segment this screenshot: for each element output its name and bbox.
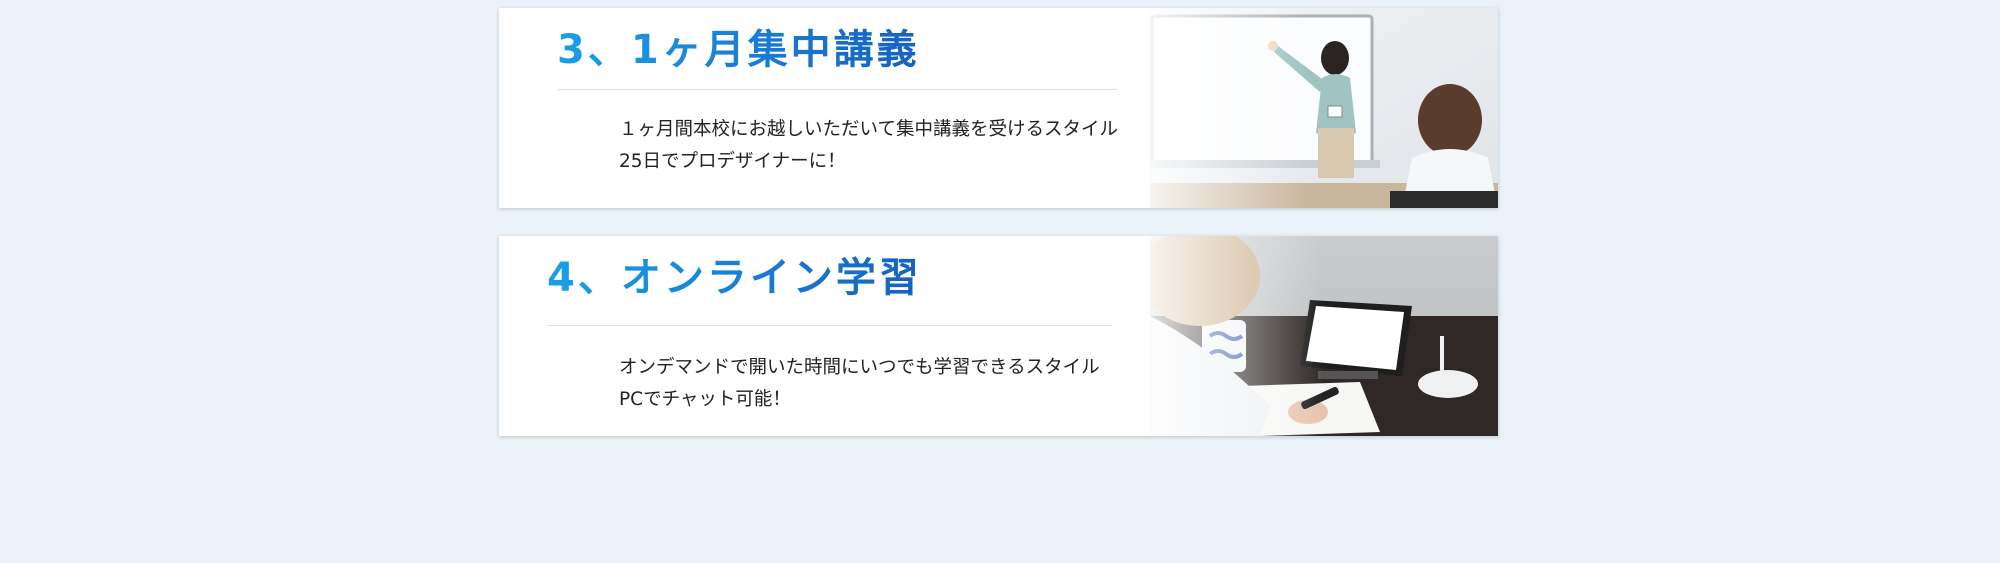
section-title: 4、オンライン学習 <box>547 255 922 301</box>
classroom-photo <box>1150 8 1498 208</box>
online-study-photo <box>1150 236 1498 436</box>
section-description: １ヶ月間本校にお越しいただいて集中講義を受けるスタイル 25日でプロデザイナーに… <box>619 114 1139 178</box>
course-card-online: 4、オンライン学習 オンデマンドで開いた時間にいつでも学習できるスタイル PCで… <box>499 236 1498 436</box>
title-divider <box>557 89 1117 90</box>
section-title: 3、1ヶ月集中講義 <box>557 27 920 73</box>
description-line: 25日でプロデザイナーに！ <box>619 151 846 172</box>
description-line: １ヶ月間本校にお越しいただいて集中講義を受けるスタイル <box>619 119 1118 140</box>
title-divider <box>547 325 1112 326</box>
course-card-intensive: 3、1ヶ月集中講義 １ヶ月間本校にお越しいただいて集中講義を受けるスタイル 25… <box>499 8 1498 208</box>
description-line: オンデマンドで開いた時間にいつでも学習できるスタイル <box>619 357 1100 378</box>
section-description: オンデマンドで開いた時間にいつでも学習できるスタイル PCでチャット可能！ <box>619 352 1139 416</box>
description-line: PCでチャット可能！ <box>619 389 791 410</box>
